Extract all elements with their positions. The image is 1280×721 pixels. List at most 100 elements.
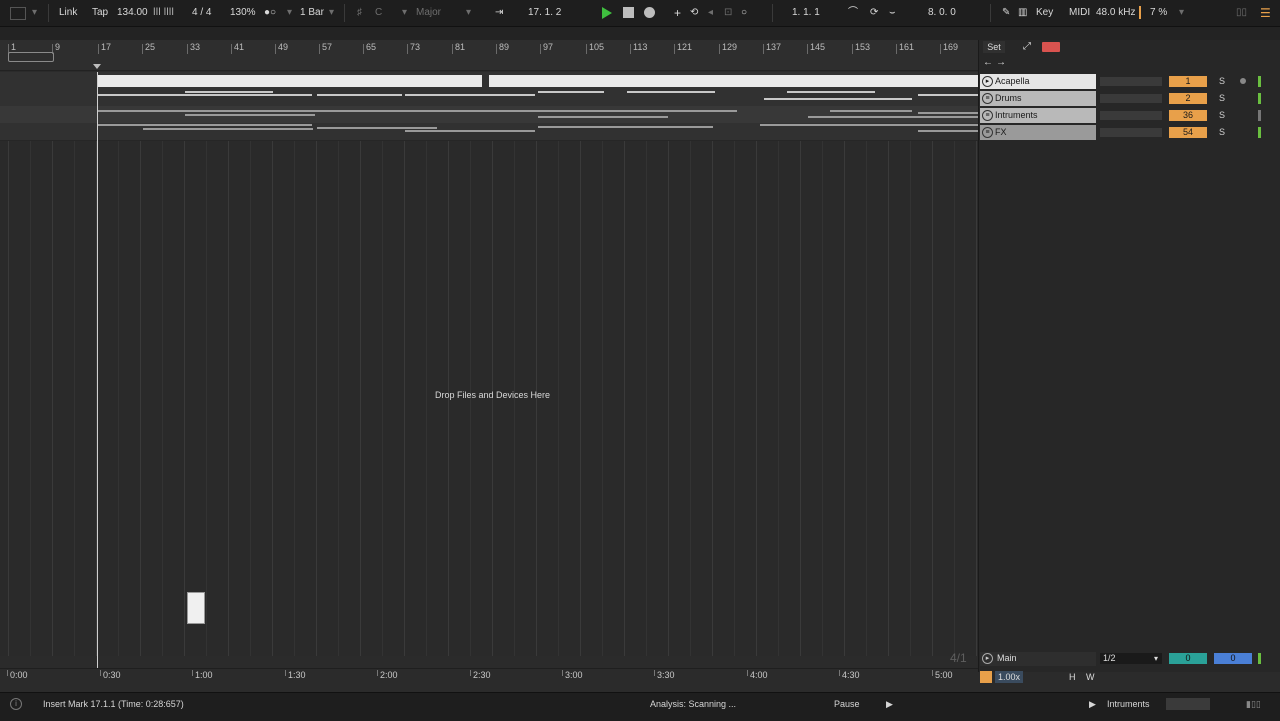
clip-segment[interactable] (627, 91, 715, 93)
solo-button[interactable]: S (1216, 76, 1228, 87)
loop-switch-icon[interactable]: ⟳ (870, 0, 878, 26)
clip-segment[interactable] (764, 98, 912, 100)
clip-segment[interactable] (143, 128, 313, 130)
loop-record-icon[interactable]: ○ (741, 0, 747, 26)
main-track-header[interactable]: ▸ Main (980, 652, 1096, 666)
key-root-select[interactable]: C (375, 0, 382, 26)
w-button[interactable]: W (1086, 672, 1095, 682)
device-view-icon[interactable]: ▮▯▯ (1246, 692, 1261, 716)
play-track-icon[interactable]: ▸ (982, 76, 993, 87)
keyboard-icon[interactable]: ▥ (1018, 0, 1027, 26)
key-scale-select[interactable]: Major (416, 0, 441, 26)
track-number-button[interactable]: 54 (1169, 127, 1207, 138)
arm-icon[interactable] (1240, 78, 1246, 84)
tempo-field[interactable]: 134.00 (117, 0, 148, 26)
tempo-nudge-icon[interactable]: ǀǀǀ ǀǀǀǀ (153, 0, 174, 26)
time-signature-field[interactable]: 4 / 4 (192, 0, 211, 26)
clip-segment[interactable] (808, 116, 978, 118)
pause-button[interactable]: Pause (834, 692, 860, 716)
metronome-icon[interactable]: ●○ (264, 0, 276, 26)
overview-strip[interactable] (0, 27, 1280, 40)
punch-out-icon[interactable]: ⌣ (889, 0, 896, 26)
next-locator-icon[interactable]: → (996, 57, 1006, 68)
clip-segment[interactable] (918, 112, 978, 114)
expand-icon[interactable]: ⤢ (1018, 40, 1036, 53)
menu-chevron-icon[interactable]: ▾ (32, 0, 37, 26)
track-play-icon[interactable]: ▶ (1089, 692, 1096, 716)
info-icon[interactable]: i (10, 698, 22, 710)
solo-button[interactable]: S (1216, 93, 1228, 104)
view-toggle-icon[interactable] (10, 7, 26, 20)
clip-segment[interactable] (538, 126, 713, 128)
track-header-drums[interactable]: ≡ Drums (980, 91, 1096, 106)
add-icon[interactable]: + (674, 0, 681, 26)
clip-segment[interactable] (97, 124, 312, 126)
clip-acapella-2[interactable] (489, 75, 978, 87)
key-root-chevron-icon[interactable]: ▾ (402, 0, 407, 26)
metronome-chevron-icon[interactable]: ▾ (287, 0, 292, 26)
tempo-follow-icon[interactable] (980, 671, 992, 683)
track-number-button[interactable]: 36 (1169, 110, 1207, 121)
track-header-acapella[interactable]: ▸ Acapella (980, 74, 1096, 89)
back-to-arrangement-icon[interactable]: ◂ (708, 0, 713, 26)
arrangement-view[interactable]: Drop Files and Devices Here (0, 72, 978, 656)
solo-button[interactable]: S (1216, 110, 1228, 121)
cpu-chevron-icon[interactable]: ▾ (1179, 0, 1184, 26)
clip-segment[interactable] (317, 127, 437, 129)
group-icon[interactable]: ≡ (982, 93, 993, 104)
group-icon[interactable]: ≡ (982, 110, 993, 121)
capture-icon[interactable]: ⊡ (724, 0, 732, 26)
clip-segment[interactable] (538, 91, 604, 93)
quantize-chevron-icon[interactable]: ▾ (329, 0, 334, 26)
clip-segment[interactable] (405, 94, 535, 96)
link-button[interactable]: Link (59, 0, 77, 26)
automation-icon[interactable]: ⟲ (690, 0, 698, 26)
clip-segment[interactable] (830, 110, 912, 112)
send-b-field[interactable]: 0 (1214, 653, 1252, 664)
key-map-button[interactable]: Key (1036, 0, 1053, 26)
split-select[interactable]: 1/2 ▾ (1100, 653, 1162, 664)
clip-segment[interactable] (317, 94, 402, 96)
zoom-field[interactable]: 130% (230, 0, 256, 26)
resume-icon[interactable]: ▶ (886, 692, 893, 716)
stop-icon[interactable] (623, 7, 634, 18)
tempo-scale-field[interactable]: 1.00x (995, 671, 1023, 683)
loop-length-field[interactable]: 8. 0. 0 (928, 0, 956, 26)
quantize-select[interactable]: 1 Bar (300, 0, 324, 26)
loop-brace-icon[interactable] (8, 52, 54, 62)
set-button[interactable]: Set (983, 41, 1005, 53)
key-scale-chevron-icon[interactable]: ▾ (466, 0, 471, 26)
clip-segment[interactable] (760, 124, 978, 126)
punch-in-icon[interactable]: ⌒ (848, 0, 858, 26)
selected-clip-handle[interactable] (187, 592, 205, 624)
clip-segment[interactable] (185, 91, 273, 93)
clip-segment[interactable] (405, 130, 535, 132)
play-icon[interactable] (602, 7, 612, 19)
solo-button[interactable]: S (1216, 127, 1228, 138)
prev-locator-icon[interactable]: ← (983, 57, 993, 68)
track-header-fx[interactable]: ≡ FX (980, 125, 1096, 140)
track-number-button[interactable]: 2 (1169, 93, 1207, 104)
track-lane-instruments[interactable] (0, 106, 978, 124)
scale-icon[interactable]: ♯ (357, 0, 362, 26)
draw-mode-icon[interactable]: ✎ (1002, 0, 1010, 26)
h-button[interactable]: H (1069, 672, 1076, 682)
midi-map-button[interactable]: MIDI (1069, 0, 1090, 26)
send-a-field[interactable]: 0 (1169, 653, 1207, 664)
track-number-button[interactable]: 1 (1169, 76, 1207, 87)
clip-segment[interactable] (317, 110, 737, 112)
play-track-icon[interactable]: ▸ (982, 653, 993, 664)
tap-button[interactable]: Tap (92, 0, 108, 26)
loop-start-field[interactable]: 1. 1. 1 (792, 0, 820, 26)
clip-segment[interactable] (97, 94, 312, 96)
lock-icon[interactable] (1042, 42, 1060, 52)
song-position-field[interactable]: 17. 1. 2 (528, 0, 561, 26)
clip-segment[interactable] (918, 130, 978, 132)
clip-segment[interactable] (538, 116, 668, 118)
clip-segment[interactable] (185, 114, 315, 116)
clip-acapella-1[interactable] (97, 75, 482, 87)
group-icon[interactable]: ≡ (982, 127, 993, 138)
overview-icon[interactable]: ▯▯ (1236, 0, 1247, 26)
follow-icon[interactable]: ⇥ (495, 0, 503, 26)
track-header-instruments[interactable]: ≡ Intruments (980, 108, 1096, 123)
